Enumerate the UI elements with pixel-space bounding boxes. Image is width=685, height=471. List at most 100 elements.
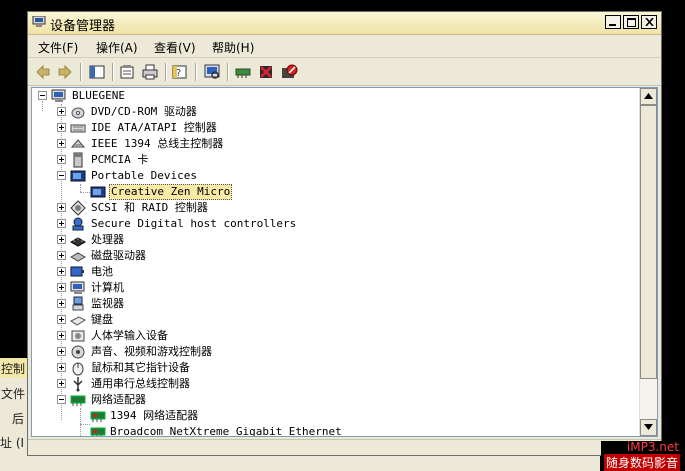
- tree-node[interactable]: Secure Digital host controllers: [57, 216, 617, 232]
- tree-node[interactable]: 通用串行总线控制器: [57, 376, 617, 392]
- watermark-site: iMP3.net: [626, 440, 679, 454]
- tree-node-label: IDE ATA/ATAPI 控制器: [91, 121, 217, 134]
- tree-node[interactable]: 人体学输入设备: [57, 328, 617, 344]
- keyboard-icon: [70, 316, 86, 326]
- tree-device[interactable]: Creative Zen Micro: [90, 184, 490, 200]
- expand-toggle[interactable]: [57, 107, 66, 116]
- sd-controller-icon: [72, 217, 84, 231]
- tree-node[interactable]: 网络适配器: [57, 392, 617, 408]
- tree-node-label: Portable Devices: [91, 169, 197, 182]
- background-window-text: 控制: [1, 362, 26, 376]
- tree-node-label: 人体学输入设备: [91, 329, 168, 342]
- background-window-back[interactable]: 后: [12, 409, 24, 429]
- expand-toggle[interactable]: [57, 219, 66, 228]
- tree-node[interactable]: 监视器: [57, 296, 617, 312]
- scsi-icon: [70, 200, 86, 216]
- tree-node[interactable]: DVD/CD-ROM 驱动器: [57, 104, 617, 120]
- tree-node[interactable]: Portable Devices: [57, 168, 617, 184]
- tree-node-label: SCSI 和 RAID 控制器: [91, 201, 208, 214]
- background-window-menu-file[interactable]: 文件: [1, 384, 25, 404]
- ide-controller-icon: [70, 124, 86, 133]
- device-tree: BLUEGENE DVD/CD-ROM 驱动器 IDE ATA/ATAPI 控制器…: [32, 88, 640, 436]
- toolbar-separator: [165, 63, 167, 81]
- expand-toggle[interactable]: [57, 203, 66, 212]
- menu-view[interactable]: 查看(V): [154, 39, 196, 56]
- close-button[interactable]: [641, 15, 657, 29]
- menu-action[interactable]: 操作(A): [96, 39, 138, 56]
- tree-node[interactable]: IEEE 1394 总线主控制器: [57, 136, 617, 152]
- scan-hardware-changes-icon[interactable]: [203, 63, 221, 81]
- expand-toggle[interactable]: [57, 155, 66, 164]
- watermark: iMP3.net 随身数码影音: [601, 440, 685, 471]
- window-title: 设备管理器: [50, 19, 116, 34]
- scroll-thumb[interactable]: [640, 105, 657, 379]
- tree-node[interactable]: 鼠标和其它指针设备: [57, 360, 617, 376]
- device-manager-window: 设备管理器 文件(F) 操作(A) 查看(V) 帮助(H) ? BLUEGENE…: [27, 11, 662, 456]
- title-bar[interactable]: 设备管理器: [28, 12, 661, 35]
- tree-node-label: 鼠标和其它指针设备: [91, 361, 190, 374]
- expand-toggle[interactable]: [57, 379, 66, 388]
- collapse-toggle[interactable]: [38, 91, 47, 100]
- tree-node-label: 监视器: [91, 297, 124, 310]
- background-window-address-label: 址 (I: [0, 436, 25, 450]
- collapse-toggle[interactable]: [57, 171, 66, 180]
- tree-line: [80, 184, 81, 192]
- scroll-up-button[interactable]: [640, 88, 657, 105]
- uninstall-icon[interactable]: [257, 63, 275, 81]
- maximize-button[interactable]: [623, 15, 639, 29]
- expand-toggle[interactable]: [57, 299, 66, 308]
- collapse-toggle[interactable]: [57, 395, 66, 404]
- tree-device[interactable]: 1394 网络适配器: [90, 408, 490, 424]
- expand-toggle[interactable]: [57, 235, 66, 244]
- properties-icon[interactable]: [118, 63, 136, 81]
- tree-node[interactable]: 声音、视频和游戏控制器: [57, 344, 617, 360]
- tree-node[interactable]: 磁盘驱动器: [57, 248, 617, 264]
- expand-toggle[interactable]: [57, 251, 66, 260]
- toolbar-separator: [80, 63, 82, 81]
- tree-root[interactable]: BLUEGENE: [38, 88, 338, 104]
- expand-toggle[interactable]: [57, 315, 66, 324]
- disable-icon[interactable]: [280, 63, 298, 81]
- tree-node[interactable]: 计算机: [57, 280, 617, 296]
- tree-device[interactable]: Broadcom NetXtreme Gigabit Ethernet: [90, 424, 490, 436]
- expand-toggle[interactable]: [57, 363, 66, 372]
- tree-node[interactable]: 电池: [57, 264, 617, 280]
- tree-device-label: Creative Zen Micro: [109, 184, 233, 200]
- show-hide-console-tree-icon[interactable]: [88, 63, 106, 81]
- device-tree-panel: BLUEGENE DVD/CD-ROM 驱动器 IDE ATA/ATAPI 控制器…: [31, 87, 658, 437]
- taskbar-strip: [0, 456, 600, 471]
- tree-node[interactable]: 键盘: [57, 312, 617, 328]
- print-icon[interactable]: [141, 63, 159, 81]
- menu-help[interactable]: 帮助(H): [212, 39, 254, 56]
- vertical-scrollbar[interactable]: [639, 88, 657, 436]
- tree-node[interactable]: SCSI 和 RAID 控制器: [57, 200, 617, 216]
- toolbar: ?: [28, 59, 661, 86]
- tree-node-label: 通用串行总线控制器: [91, 377, 190, 390]
- monitor-icon: [72, 296, 84, 311]
- help-icon[interactable]: ?: [171, 63, 189, 81]
- minimize-button[interactable]: [605, 15, 621, 29]
- computer-icon: [70, 281, 85, 294]
- expand-toggle[interactable]: [57, 267, 66, 276]
- scroll-up-icon: [644, 93, 653, 99]
- dvd-drive-icon: [71, 107, 85, 119]
- update-driver-icon[interactable]: [234, 63, 252, 81]
- menu-file[interactable]: 文件(F): [38, 39, 78, 56]
- forward-icon[interactable]: [56, 63, 74, 81]
- expand-toggle[interactable]: [57, 139, 66, 148]
- tree-line: [80, 424, 90, 425]
- scroll-down-button[interactable]: [640, 419, 657, 436]
- tree-node[interactable]: PCMCIA 卡: [57, 152, 617, 168]
- tree-node-label: Secure Digital host controllers: [91, 217, 297, 230]
- expand-toggle[interactable]: [57, 283, 66, 292]
- back-icon[interactable]: [34, 63, 52, 81]
- expand-toggle[interactable]: [57, 123, 66, 132]
- usb-icon: [73, 377, 83, 392]
- tree-node[interactable]: IDE ATA/ATAPI 控制器: [57, 120, 617, 136]
- tree-node[interactable]: 处理器: [57, 232, 617, 248]
- expand-toggle[interactable]: [57, 347, 66, 356]
- expand-toggle[interactable]: [57, 331, 66, 340]
- sound-icon: [71, 345, 85, 359]
- tree-node-label: 键盘: [91, 313, 113, 326]
- tree-device-label: 1394 网络适配器: [110, 409, 199, 422]
